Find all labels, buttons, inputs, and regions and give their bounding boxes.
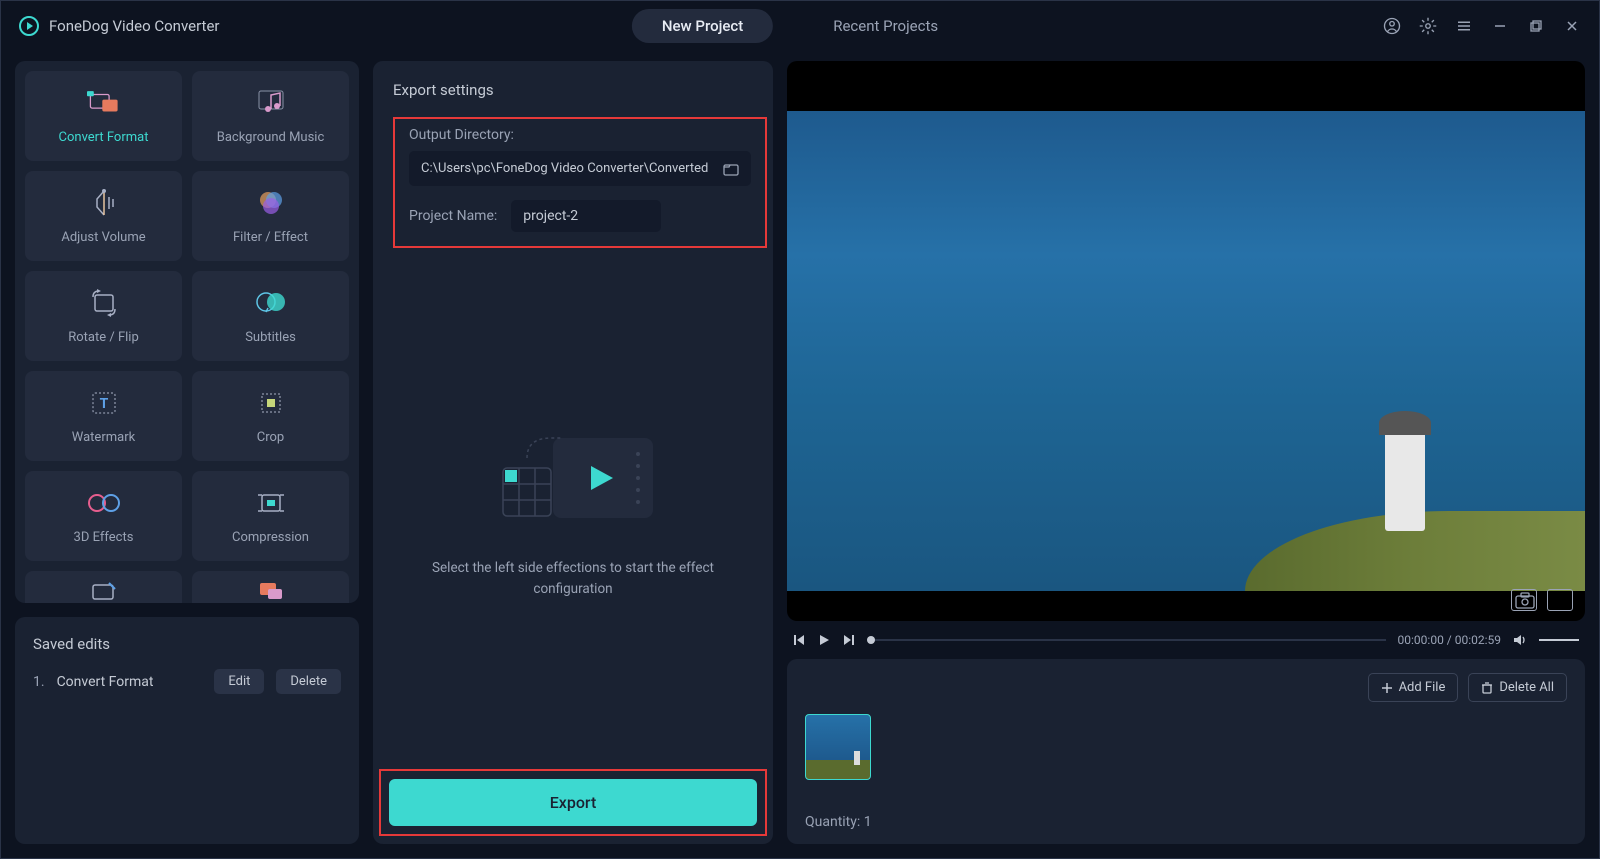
- next-button[interactable]: [841, 633, 855, 647]
- saved-edit-row: 1. Convert Format Edit Delete: [33, 669, 341, 694]
- folder-browse-icon[interactable]: [723, 162, 739, 176]
- progress-bar[interactable]: [867, 639, 1386, 641]
- delete-all-button[interactable]: Delete All: [1468, 673, 1567, 702]
- effect-illustration-icon: [483, 418, 663, 538]
- tool-label: Crop: [257, 430, 284, 445]
- saved-edits-title: Saved edits: [33, 635, 341, 653]
- watermark-icon: T: [87, 388, 121, 418]
- export-settings-title: Export settings: [393, 81, 773, 99]
- add-file-button[interactable]: Add File: [1368, 673, 1459, 702]
- app-title: FoneDog Video Converter: [49, 17, 219, 35]
- close-icon[interactable]: [1563, 17, 1581, 35]
- tool-background-music[interactable]: Background Music: [192, 71, 349, 161]
- add-file-label: Add File: [1399, 680, 1446, 695]
- tool-filter-effect[interactable]: Filter / Effect: [192, 171, 349, 261]
- output-settings-highlight: Output Directory: C:\Users\pc\FoneDog Vi…: [393, 117, 767, 248]
- tool-crop[interactable]: Crop: [192, 371, 349, 461]
- tool-3d-effects[interactable]: 3D Effects: [25, 471, 182, 561]
- saved-edits-panel: Saved edits 1. Convert Format Edit Delet…: [15, 617, 359, 844]
- quantity-display: Quantity: 1: [805, 814, 1567, 830]
- tool-convert-format[interactable]: Convert Format: [25, 71, 182, 161]
- tool-watermark[interactable]: T Watermark: [25, 371, 182, 461]
- main-tabs: New Project Recent Projects: [632, 9, 968, 43]
- video-frame[interactable]: [787, 111, 1585, 591]
- compression-icon: [254, 488, 288, 518]
- tool-label: Rotate / Flip: [68, 330, 139, 345]
- window-controls: [1383, 17, 1581, 35]
- volume-icon[interactable]: [1513, 633, 1527, 647]
- tool-grid: Convert Format Background Music Adjust V…: [15, 61, 359, 603]
- delete-all-label: Delete All: [1499, 680, 1554, 695]
- account-icon[interactable]: [1383, 17, 1401, 35]
- tool-adjust-volume[interactable]: Adjust Volume: [25, 171, 182, 261]
- preview-area: 00:00:00 / 00:02:59 Add File Delete All …: [787, 61, 1585, 844]
- app-logo-area: FoneDog Video Converter: [19, 16, 219, 36]
- tool-label: Watermark: [72, 430, 135, 445]
- main-content: Convert Format Background Music Adjust V…: [1, 51, 1599, 858]
- output-directory-input[interactable]: C:\Users\pc\FoneDog Video Converter\Conv…: [409, 151, 751, 186]
- export-button[interactable]: Export: [389, 779, 757, 826]
- project-name-label: Project Name:: [409, 208, 497, 224]
- edit-saved-button[interactable]: Edit: [214, 669, 264, 694]
- tool-label: Subtitles: [245, 330, 296, 345]
- 3d-effects-icon: [87, 488, 121, 518]
- convert-format-icon: [87, 88, 121, 118]
- tool-extra-2[interactable]: [192, 571, 349, 603]
- menu-icon[interactable]: [1455, 17, 1473, 35]
- titlebar: FoneDog Video Converter New Project Rece…: [1, 1, 1599, 51]
- tool-label: Compression: [232, 530, 309, 545]
- clip-thumbnail[interactable]: [805, 714, 871, 780]
- tool-extra-1[interactable]: [25, 571, 182, 603]
- snapshot-icon[interactable]: [1511, 589, 1537, 611]
- rotate-flip-icon: [87, 288, 121, 318]
- background-music-icon: [254, 88, 288, 118]
- project-name-input[interactable]: project-2: [511, 200, 661, 232]
- saved-edit-number: 1.: [33, 674, 45, 690]
- tool-label: Convert Format: [59, 130, 149, 145]
- tab-recent-projects[interactable]: Recent Projects: [803, 9, 968, 43]
- player-controls: 00:00:00 / 00:02:59: [787, 633, 1585, 647]
- plus-icon: [1381, 682, 1393, 694]
- delete-saved-button[interactable]: Delete: [276, 669, 341, 694]
- tool-compression[interactable]: Compression: [192, 471, 349, 561]
- video-preview: [787, 61, 1585, 621]
- extra-tool-icon-1: [87, 576, 121, 603]
- adjust-volume-icon: [87, 188, 121, 218]
- tool-label: Adjust Volume: [61, 230, 145, 245]
- effect-help-text: Select the left side effections to start…: [393, 558, 753, 599]
- tool-label: Background Music: [217, 130, 325, 145]
- svg-text:T: T: [99, 396, 108, 412]
- maximize-icon[interactable]: [1527, 17, 1545, 35]
- volume-slider[interactable]: [1539, 639, 1579, 641]
- settings-icon[interactable]: [1419, 17, 1437, 35]
- saved-edit-name: Convert Format: [57, 674, 203, 690]
- sidebar: Convert Format Background Music Adjust V…: [15, 61, 359, 844]
- export-settings-panel: Export settings Output Directory: C:\Use…: [373, 61, 773, 844]
- minimize-icon[interactable]: [1491, 17, 1509, 35]
- play-button[interactable]: [817, 633, 831, 647]
- time-display: 00:00:00 / 00:02:59: [1398, 633, 1501, 647]
- export-button-highlight: Export: [379, 769, 767, 836]
- tool-rotate-flip[interactable]: Rotate / Flip: [25, 271, 182, 361]
- app-logo-icon: [19, 16, 39, 36]
- filter-effect-icon: [254, 188, 288, 218]
- tool-label: 3D Effects: [74, 530, 134, 545]
- extra-tool-icon-2: [254, 576, 288, 603]
- subtitles-icon: [254, 288, 288, 318]
- prev-button[interactable]: [793, 633, 807, 647]
- clips-panel: Add File Delete All Quantity: 1: [787, 659, 1585, 844]
- tool-label: Filter / Effect: [233, 230, 308, 245]
- fullscreen-icon[interactable]: [1547, 589, 1573, 611]
- output-directory-label: Output Directory:: [409, 127, 751, 143]
- tab-new-project[interactable]: New Project: [632, 9, 773, 43]
- output-directory-value: C:\Users\pc\FoneDog Video Converter\Conv…: [421, 161, 708, 176]
- crop-icon: [254, 388, 288, 418]
- tool-subtitles[interactable]: Subtitles: [192, 271, 349, 361]
- trash-icon: [1481, 682, 1493, 694]
- effect-placeholder: Select the left side effections to start…: [373, 248, 773, 769]
